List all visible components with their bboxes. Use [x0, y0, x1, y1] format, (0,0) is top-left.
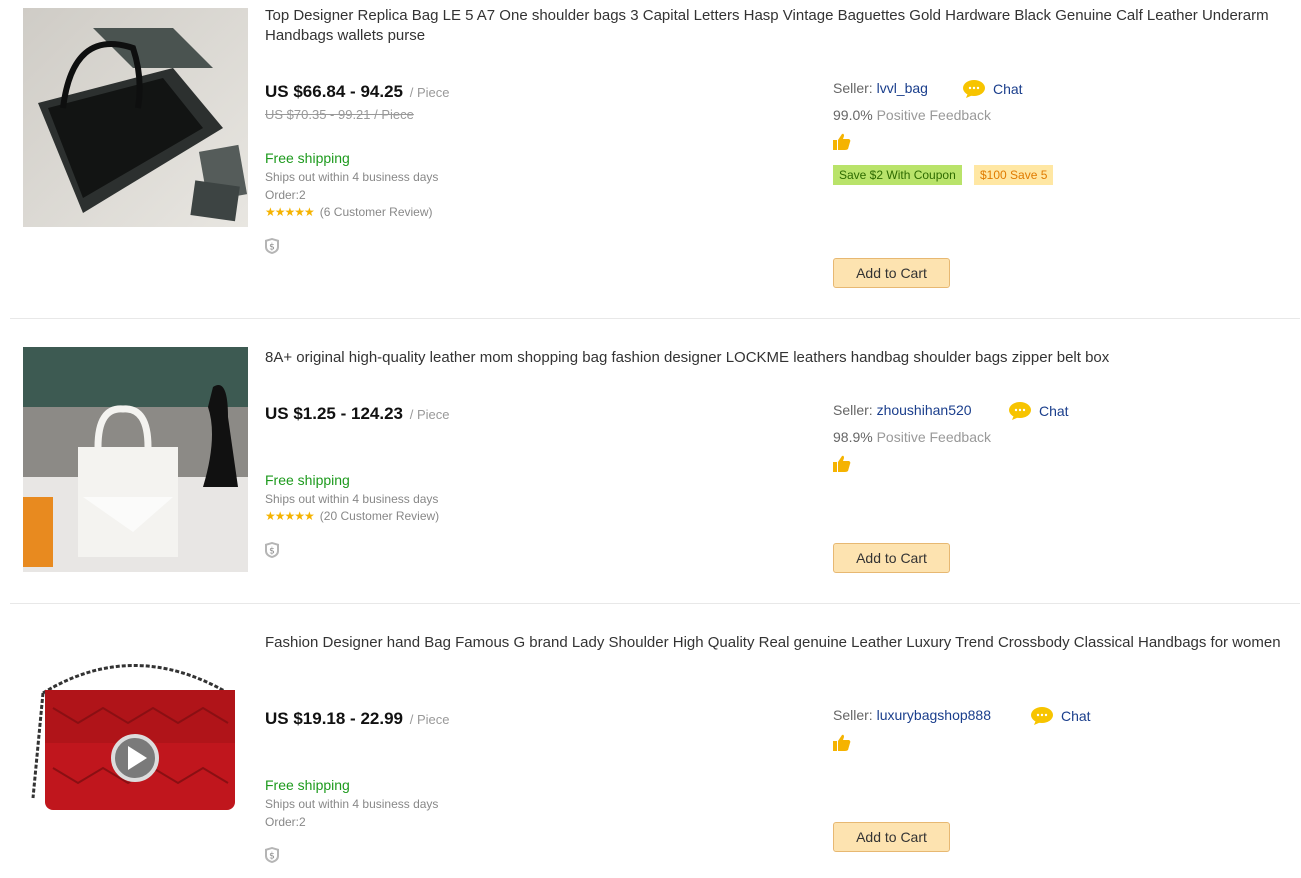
product-title[interactable]: 8A+ original high-quality leather mom sh… — [265, 348, 1295, 368]
product-image-2[interactable] — [23, 347, 248, 572]
product-image-3[interactable] — [23, 648, 248, 868]
order-count: Order:2 — [265, 815, 306, 829]
svg-text:$: $ — [269, 852, 275, 862]
review-count: (6 Customer Review) — [319, 205, 433, 219]
product-price: US $19.18 - 22.99 / Piece — [265, 709, 449, 729]
seller-label: Seller: — [833, 707, 873, 723]
ships-out-text: Ships out within 4 business days — [265, 797, 439, 811]
add-to-cart-button[interactable]: Add to Cart — [833, 258, 950, 288]
feedback-percent: 99.0% — [833, 107, 873, 123]
price-unit: / Piece — [409, 407, 450, 422]
feedback-label: Positive Feedback — [876, 429, 991, 445]
add-to-cart-button[interactable]: Add to Cart — [833, 822, 950, 852]
chat-bubble-icon — [1031, 707, 1053, 725]
chat-button[interactable]: Chat — [963, 80, 1023, 98]
shield-dollar-icon: $ — [265, 847, 279, 863]
svg-text:$: $ — [269, 243, 275, 253]
feedback-label: Positive Feedback — [876, 107, 991, 123]
chat-button[interactable]: Chat — [1009, 402, 1069, 420]
seller-info: Seller: zhoushihan520 — [833, 402, 972, 418]
thumbs-up-icon — [833, 133, 851, 150]
positive-feedback: 98.9% Positive Feedback — [833, 429, 991, 445]
thumbs-up-icon — [833, 455, 851, 472]
seller-label: Seller: — [833, 80, 873, 96]
coupon-badge[interactable]: Save $2 With Coupon — [833, 165, 962, 185]
chat-label: Chat — [993, 81, 1023, 97]
product-image-1[interactable] — [23, 8, 248, 227]
price-range: US $66.84 - 94.25 — [265, 82, 403, 101]
chat-bubble-icon — [1009, 402, 1031, 420]
price-range: US $19.18 - 22.99 — [265, 709, 403, 728]
review-count: (20 Customer Review) — [319, 509, 440, 523]
seller-info: Seller: lvvl_bag — [833, 80, 928, 96]
svg-text:$: $ — [269, 547, 275, 557]
star-icon: ★★★★★ — [265, 509, 315, 523]
chat-label: Chat — [1039, 403, 1069, 419]
product-title[interactable]: Fashion Designer hand Bag Famous G brand… — [265, 633, 1295, 653]
chat-button[interactable]: Chat — [1031, 707, 1091, 725]
positive-feedback: 99.0% Positive Feedback — [833, 107, 991, 123]
item-divider — [10, 318, 1300, 319]
chat-bubble-icon — [963, 80, 985, 98]
item-divider — [10, 603, 1300, 604]
add-to-cart-button[interactable]: Add to Cart — [833, 543, 950, 573]
rating: ★★★★★ (20 Customer Review) — [265, 509, 439, 523]
seller-link[interactable]: lvvl_bag — [877, 80, 928, 96]
product-price: US $66.84 - 94.25 / Piece — [265, 82, 449, 102]
seller-label: Seller: — [833, 402, 873, 418]
free-shipping: Free shipping — [265, 777, 350, 793]
free-shipping: Free shipping — [265, 472, 350, 488]
free-shipping: Free shipping — [265, 150, 350, 166]
product-title[interactable]: Top Designer Replica Bag LE 5 A7 One sho… — [265, 6, 1295, 46]
chat-label: Chat — [1061, 708, 1091, 724]
shield-dollar-icon: $ — [265, 238, 279, 254]
thumbs-up-icon — [833, 734, 851, 751]
rating: ★★★★★ (6 Customer Review) — [265, 205, 433, 219]
price-range: US $1.25 - 124.23 — [265, 404, 403, 423]
seller-info: Seller: luxurybagshop888 — [833, 707, 991, 723]
original-price: US $70.35 - 99.21 / Piece — [265, 107, 414, 122]
shield-dollar-icon: $ — [265, 542, 279, 558]
store-coupon-badge[interactable]: $100 Save 5 — [974, 165, 1054, 185]
product-price: US $1.25 - 124.23 / Piece — [265, 404, 449, 424]
ships-out-text: Ships out within 4 business days — [265, 492, 439, 506]
price-unit: / Piece — [409, 712, 450, 727]
feedback-percent: 98.9% — [833, 429, 873, 445]
seller-link[interactable]: luxurybagshop888 — [877, 707, 991, 723]
star-icon: ★★★★★ — [265, 205, 315, 219]
seller-link[interactable]: zhoushihan520 — [877, 402, 972, 418]
price-unit: / Piece — [409, 85, 450, 100]
order-count: Order:2 — [265, 188, 306, 202]
ships-out-text: Ships out within 4 business days — [265, 170, 439, 184]
